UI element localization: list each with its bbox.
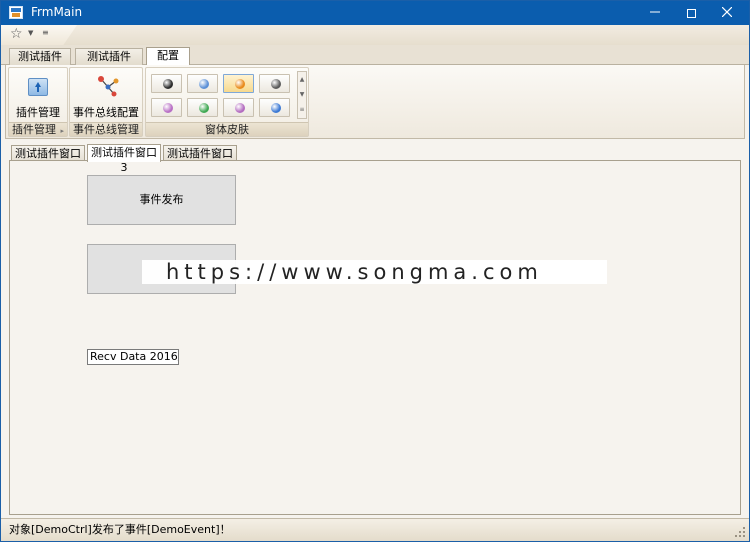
skin-dot-icon: [235, 103, 245, 113]
gallery-scroll[interactable]: ▲ ▼ ≡: [297, 71, 307, 119]
app-icon[interactable]: [9, 6, 23, 19]
gallery-up-icon[interactable]: ▲: [298, 72, 306, 87]
skin-swatch-5[interactable]: [151, 98, 182, 117]
ribbon-tab-test-plugin[interactable]: 测试插件: [9, 48, 71, 65]
skin-swatch-2[interactable]: [187, 74, 218, 93]
group-footer-event-bus: 事件总线管理 ▸: [70, 122, 142, 136]
dialog-launcher-icon[interactable]: ▸: [60, 125, 64, 138]
minimize-button[interactable]: [637, 1, 673, 25]
upload-icon: [28, 78, 48, 96]
close-icon: [721, 6, 733, 18]
dropdown-arrow-icon[interactable]: ▼: [28, 29, 33, 37]
group-footer-skin: 窗体皮肤: [146, 122, 308, 136]
dialog-launcher-icon[interactable]: ▸: [135, 125, 139, 138]
skin-dot-icon: [271, 103, 281, 113]
status-bar: 对象[DemoCtrl]发布了事件[DemoEvent]！: [1, 518, 749, 541]
ribbon-tab-test-plugin-1[interactable]: 测试插件1: [75, 48, 143, 79]
ribbon-tab-config[interactable]: 配置: [146, 47, 190, 66]
ribbon-panel: 插件管理 插件管理 ▸ 事件总线配置 事件总线管理 ▸ ▲ ▼ ≡ 窗体皮肤: [5, 65, 745, 139]
minimize-icon: [650, 11, 660, 13]
skin-dot-icon: [235, 79, 245, 89]
maximize-button[interactable]: [673, 1, 709, 25]
recv-data-field[interactable]: Recv Data 2016/8/1: [87, 349, 179, 365]
main-window: FrmMain ☆ ▼ ≡ 测试插件 测试插件1 配置 插件管理 插件管理 ▸: [0, 0, 750, 542]
window-title: FrmMain: [31, 5, 83, 19]
event-bus-config-button[interactable]: 事件总线配置: [70, 70, 142, 122]
skin-dot-icon: [199, 103, 209, 113]
skin-dot-icon: [199, 79, 209, 89]
quick-access-toolbar: ☆ ▼ ≡: [1, 25, 749, 45]
title-bar[interactable]: FrmMain: [1, 1, 749, 25]
group-footer-plugin-manage: 插件管理 ▸: [9, 122, 67, 136]
skin-swatch-1[interactable]: [151, 74, 182, 93]
doc-tab-window-3[interactable]: 测试插件窗口3: [87, 144, 161, 174]
skin-swatch-3[interactable]: [223, 74, 254, 93]
customize-qat-icon[interactable]: ≡: [42, 28, 49, 37]
star-icon[interactable]: ☆: [10, 26, 23, 42]
plugin-manage-label: 插件管理: [16, 106, 60, 119]
skin-gallery: [149, 71, 295, 119]
skin-dot-icon: [163, 103, 173, 113]
node-graph-icon: [98, 76, 119, 97]
plugin-manage-button[interactable]: 插件管理: [9, 70, 67, 122]
group-skin: ▲ ▼ ≡ 窗体皮肤: [145, 67, 309, 137]
group-event-bus: 事件总线配置 事件总线管理 ▸: [69, 67, 143, 137]
skin-swatch-4[interactable]: [259, 74, 290, 93]
watermark: https://www.songma.com: [142, 260, 607, 284]
document-content: 事件发布 Recv Data 2016/8/1: [9, 160, 741, 515]
publish-event-button[interactable]: 事件发布: [87, 175, 236, 225]
doc-tab-window-2[interactable]: 测试插件窗口2: [11, 145, 85, 175]
group-plugin-manage: 插件管理 插件管理 ▸: [8, 67, 68, 137]
close-button[interactable]: [709, 1, 745, 25]
event-bus-config-label: 事件总线配置: [73, 106, 139, 119]
skin-dot-icon: [271, 79, 281, 89]
skin-swatch-7[interactable]: [223, 98, 254, 117]
ribbon-tab-strip: 测试插件 测试插件1 配置: [1, 45, 749, 79]
status-text: 对象[DemoCtrl]发布了事件[DemoEvent]！: [9, 523, 231, 536]
gallery-more-icon[interactable]: ≡: [298, 102, 306, 117]
skin-swatch-8[interactable]: [259, 98, 290, 117]
skin-dot-icon: [163, 79, 173, 89]
maximize-icon: [686, 8, 696, 18]
doc-tab-window-4[interactable]: 测试插件窗口4: [163, 145, 237, 175]
skin-swatch-6[interactable]: [187, 98, 218, 117]
resize-grip-icon[interactable]: [735, 527, 745, 537]
document-tab-strip: 测试插件窗口2 测试插件窗口3 测试插件窗口4: [9, 144, 741, 175]
gallery-down-icon[interactable]: ▼: [298, 87, 306, 102]
